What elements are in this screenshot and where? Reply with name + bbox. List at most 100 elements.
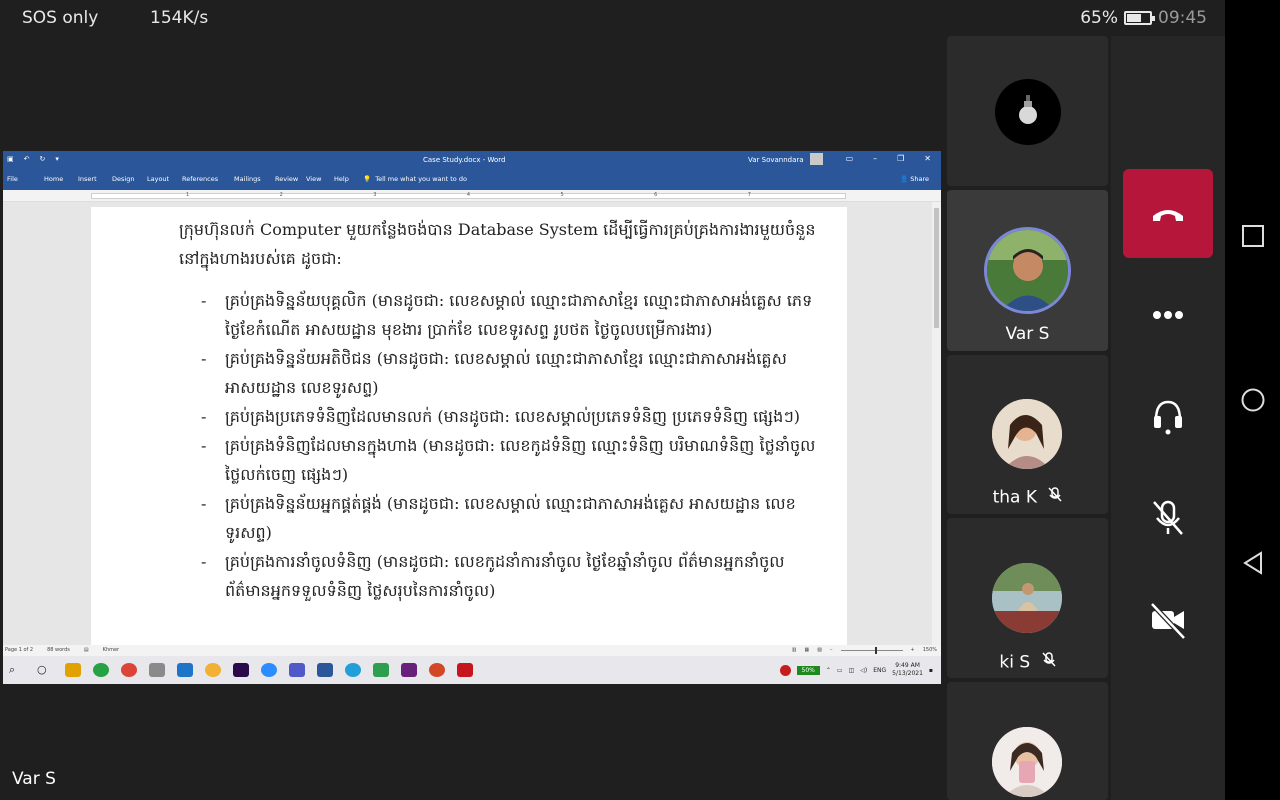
meeting-screen: SOS only 154K/s 65% 09:45 ▣ ↶ ↻ ▾ Case S… (0, 0, 1280, 800)
participant-tile[interactable]: tha K (947, 355, 1108, 514)
close-icon[interactable]: ✕ (924, 154, 931, 163)
tray-time: 9:49 AM (895, 662, 920, 669)
zoom-out-icon[interactable]: – (830, 647, 833, 653)
avatar (992, 563, 1062, 633)
recents-icon (1242, 225, 1264, 247)
powerpoint-icon[interactable] (429, 663, 445, 677)
pdf-reader-icon[interactable] (457, 663, 473, 677)
web-layout-icon[interactable]: ▧ (817, 647, 822, 653)
tell-me-search[interactable]: 💡 Tell me what you want to do (363, 175, 467, 183)
ribbon-tab-references[interactable]: References (182, 175, 234, 183)
ruler-number: 2 (279, 192, 283, 198)
tray-clock[interactable]: 9:49 AM 5/13/2021 (892, 662, 923, 678)
cortana-icon[interactable]: ○ (37, 663, 53, 677)
redo-icon[interactable]: ↻ (40, 155, 46, 163)
ribbon-tab-help[interactable]: Help (334, 175, 360, 183)
zoom-level[interactable]: 150% (923, 647, 937, 653)
bullet-dash: - (201, 349, 207, 368)
line-app-icon[interactable] (93, 663, 109, 677)
ribbon-tab-review[interactable]: Review (275, 175, 306, 183)
camera-off-icon (1150, 602, 1186, 640)
word-user-name[interactable]: Var Sovanndara (748, 156, 804, 164)
paint-icon[interactable] (205, 663, 221, 677)
tray-chevron-icon[interactable]: ⌃ (826, 667, 831, 674)
bullet-dash: - (201, 407, 207, 426)
record-icon[interactable] (779, 664, 791, 676)
intro-paragraph: ក្រុមហ៊ុនលក់ Computer មួយកន្លែងចង់បាន Da… (179, 220, 816, 268)
sheets-icon[interactable] (373, 663, 389, 677)
network-speed: 154K/s (150, 8, 209, 28)
avatar (984, 227, 1071, 314)
document-body[interactable]: ក្រុមហ៊ុនលក់ Computer មួយកន្លែងចង់បាន Da… (179, 215, 819, 605)
ribbon-display-icon[interactable]: ▭ (846, 154, 854, 163)
teams-icon[interactable] (289, 663, 305, 677)
minimize-icon[interactable]: – (873, 154, 877, 163)
volume-icon[interactable]: ◁) (860, 667, 867, 674)
restore-icon[interactable]: ❐ (897, 154, 904, 163)
ribbon-tab-file[interactable]: File (7, 175, 44, 183)
customize-icon[interactable]: ▾ (55, 155, 59, 163)
zoom-in-icon[interactable]: + (911, 647, 915, 653)
participant-tile[interactable]: ki S (947, 518, 1108, 678)
snipping-tool-icon[interactable] (149, 663, 165, 677)
word-count[interactable]: 88 words (47, 647, 70, 653)
participant-name-row: tha K (947, 487, 1108, 508)
share-button[interactable]: 👤 Share (900, 175, 929, 183)
list-item: - គ្រប់គ្រងការនាំចូលទំនិញ (មានដូចជា: លេខក… (179, 547, 819, 605)
ribbon-tab-design[interactable]: Design (112, 175, 147, 183)
more-options-button[interactable] (1146, 293, 1190, 337)
file-explorer-icon[interactable] (65, 663, 81, 677)
participant-tile[interactable] (947, 682, 1108, 800)
ribbon-tab-view[interactable]: View (306, 175, 334, 183)
zoom-app-icon[interactable] (261, 663, 277, 677)
mute-button[interactable] (1146, 496, 1190, 540)
ribbon-tab-mailings[interactable]: Mailings (234, 175, 275, 183)
chrome-icon[interactable] (121, 663, 137, 677)
recents-button[interactable] (1241, 224, 1265, 248)
participant-tile[interactable]: Var S (947, 190, 1108, 351)
participant-tile-self[interactable] (947, 36, 1108, 186)
list-item: - គ្រប់គ្រងទិន្នន័យអ្នកផ្គត់ផ្គង់ (មានដូច… (179, 489, 819, 547)
user-avatar-icon[interactable] (810, 153, 823, 165)
search-icon[interactable]: ⌕ (9, 663, 25, 677)
system-tray: 50% ⌃ ▭ ◫ ◁) ENG 9:49 AM 5/13/2021 ▪ (779, 662, 933, 678)
document-page[interactable]: ក្រុមហ៊ុនលក់ Computer មួយកន្លែងចង់បាន Da… (91, 207, 847, 647)
ruler-number: 7 (747, 192, 751, 198)
page-count[interactable]: Page 1 of 2 (5, 647, 33, 653)
word-icon[interactable] (317, 663, 333, 677)
back-button[interactable] (1241, 551, 1265, 575)
horizontal-ruler[interactable]: 1 2 3 4 5 6 7 (3, 190, 941, 202)
tray-battery-icon[interactable]: ▭ (837, 667, 843, 674)
mic-muted-icon (1048, 487, 1062, 508)
premiere-icon[interactable] (233, 663, 249, 677)
ribbon-tab-home[interactable]: Home (44, 175, 78, 183)
read-mode-icon[interactable]: ▥ (792, 647, 797, 653)
home-button[interactable] (1241, 388, 1265, 412)
notifications-icon[interactable]: ▪ (929, 667, 933, 674)
shared-screen: ▣ ↶ ↻ ▾ Case Study.docx - Word Var Sovan… (3, 151, 941, 684)
camera-button[interactable] (1146, 598, 1190, 642)
input-language[interactable]: ENG (873, 667, 886, 674)
undo-icon[interactable]: ↶ (24, 155, 30, 163)
hang-up-button[interactable] (1123, 169, 1213, 258)
save-icon[interactable]: ▣ (7, 155, 14, 163)
network-icon[interactable]: ◫ (849, 667, 855, 674)
print-layout-icon[interactable]: ▦ (805, 647, 810, 653)
list-item-text: គ្រប់គ្រងទិន្នន័យបុគ្គលិក (មានដូចជា: លេខ… (225, 291, 813, 339)
list-item-text: គ្រប់គ្រងប្រភេទទំនិញដែលមានលក់ (មានដូចជា:… (225, 407, 801, 426)
bullet-dash: - (201, 291, 207, 310)
proofing-icon[interactable]: ▤ (84, 647, 89, 653)
battery-widget[interactable]: 50% (796, 665, 820, 675)
list-item: - គ្រប់គ្រងទិន្នន័យអតិថិជន (មានដូចជា: លេខ… (179, 344, 819, 402)
visual-studio-icon[interactable] (401, 663, 417, 677)
windows-taskbar: ⌕ ○ 50% ⌃ ▭ ◫ ◁) ENG 9:49 AM 5/13/2021 ▪ (3, 656, 941, 684)
zoom-slider[interactable] (840, 646, 903, 654)
ribbon-tab-insert[interactable]: Insert (78, 175, 112, 183)
language-status[interactable]: Khmer (103, 647, 119, 653)
vscode-icon[interactable] (177, 663, 193, 677)
ribbon-tab-layout[interactable]: Layout (147, 175, 182, 183)
audio-device-button[interactable] (1146, 394, 1190, 438)
telegram-icon[interactable] (345, 663, 361, 677)
battery-percent: 65% (1080, 8, 1118, 28)
vertical-scrollbar[interactable] (932, 202, 941, 645)
